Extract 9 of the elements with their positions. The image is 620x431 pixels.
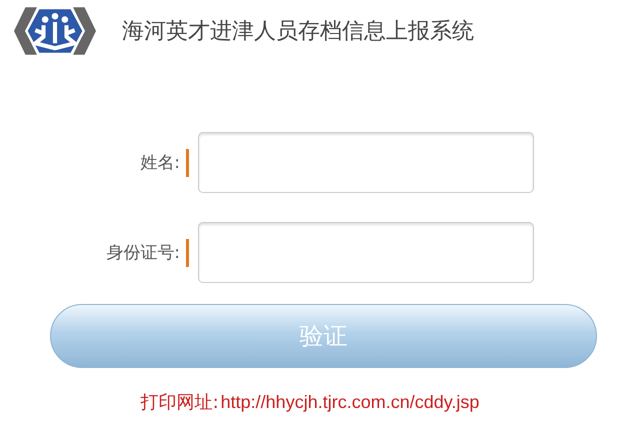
required-marker <box>186 148 189 176</box>
field-label: 姓名: <box>139 152 180 174</box>
input-field[interactable] <box>198 222 534 283</box>
print-url-link[interactable]: http://hhycjh.tjrc.com.cn/cddy.jsp <box>220 392 480 412</box>
input-field[interactable] <box>198 132 534 193</box>
print-url-label: 打印网址: <box>140 391 219 414</box>
field-label: 身份证号: <box>105 242 180 264</box>
required-marker <box>186 238 189 266</box>
page-title: 海河英才进津人员存档信息上报系统 <box>122 18 474 46</box>
